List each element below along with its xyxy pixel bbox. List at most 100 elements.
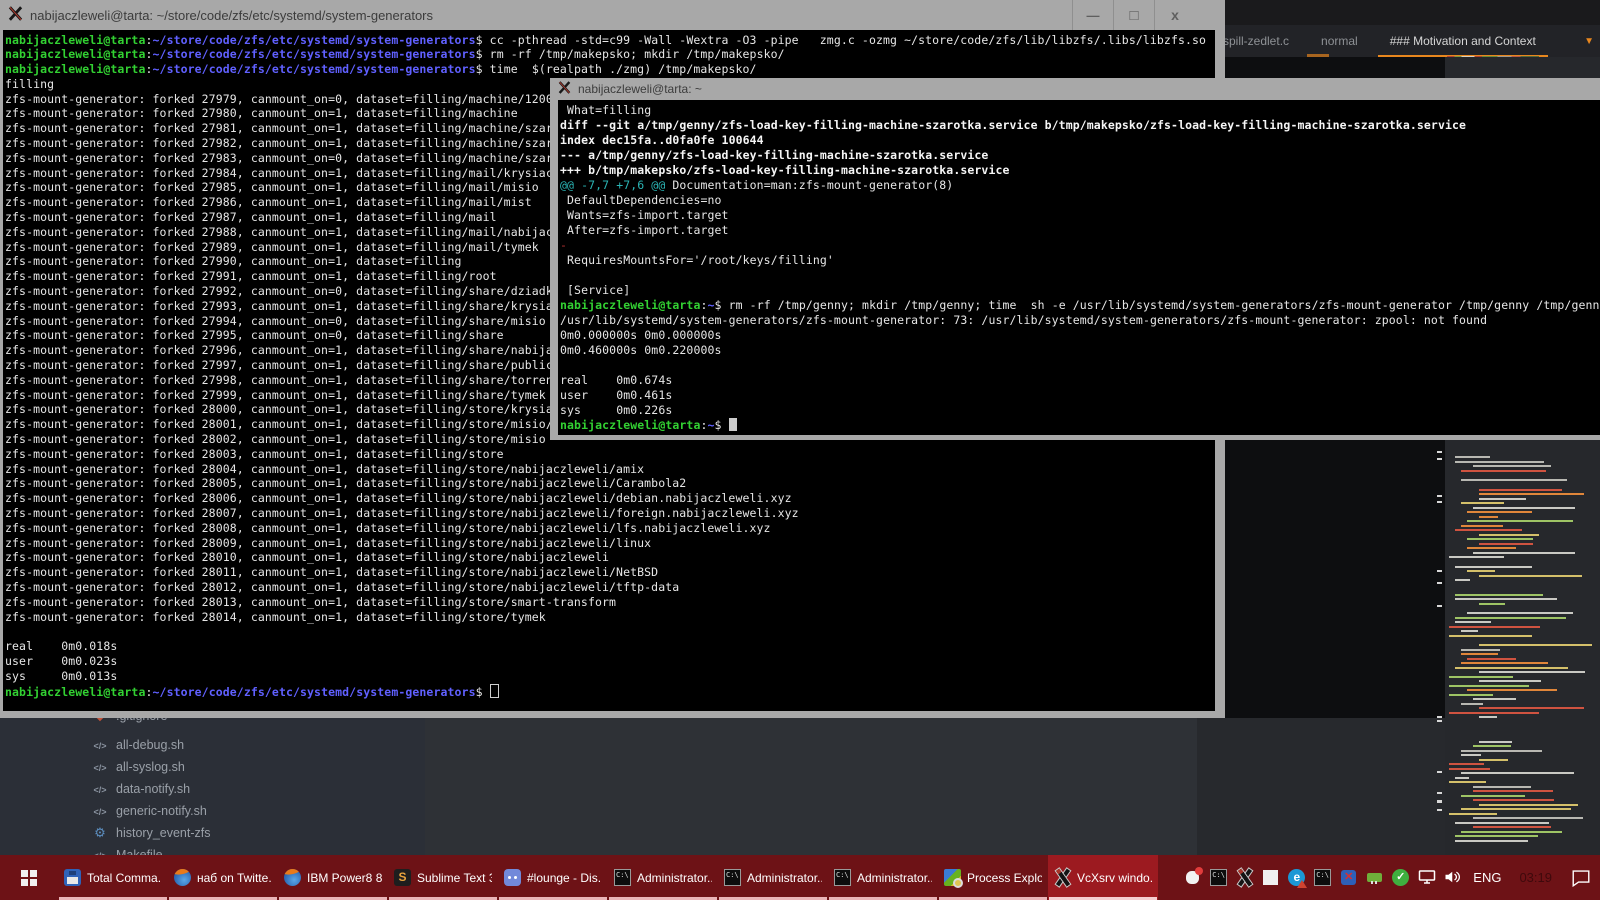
code-line [1473, 465, 1551, 467]
code-line [1461, 795, 1525, 797]
close-button[interactable] [1154, 0, 1195, 30]
code-line [1473, 698, 1516, 700]
disconnected-tray-icon[interactable] [1340, 869, 1357, 886]
tab-normal[interactable]: normal [1305, 25, 1374, 57]
code-gap [1445, 736, 1600, 741]
sublime-top-strip [1197, 0, 1600, 25]
notification-center-icon[interactable] [1562, 855, 1600, 900]
sidebar-item-generic-notify-sh[interactable]: generic-notify.sh [93, 801, 207, 821]
cmd-icon [614, 869, 631, 886]
taskbar-button-firefox[interactable]: IBM Power8 8... [278, 855, 388, 900]
terminal-line: RequiresMountsFor='/root/keys/filling' [560, 253, 1600, 268]
code-line [1479, 804, 1578, 806]
diff-mark [1437, 771, 1442, 773]
code-line [1467, 689, 1557, 691]
terminal-cursor [490, 684, 499, 698]
terminal-line: 0m0.460000s 0m0.220000s [560, 343, 1600, 358]
code-line [1455, 777, 1469, 779]
gear-file-icon [93, 825, 107, 841]
code-line [1479, 493, 1584, 495]
taskbar-button-totalcmd[interactable]: Total Comma... [58, 855, 168, 900]
code-line [1449, 635, 1532, 637]
code-line [1455, 579, 1470, 581]
code-line [1461, 525, 1503, 527]
code-line [1449, 768, 1490, 770]
terminal-line: Wants=zfs-import.target [560, 208, 1600, 223]
code-line [1455, 529, 1522, 531]
terminal-line: index dec15fa..d0fa0fe 100644 [560, 133, 1600, 148]
terminal-line: sys 0m0.226s [560, 403, 1600, 418]
code-line [1455, 566, 1532, 568]
code-line [1461, 754, 1481, 756]
code-line [1455, 835, 1538, 837]
chevron-down-icon[interactable]: ▼ [1584, 36, 1594, 47]
editor-pane-lower[interactable] [1197, 718, 1445, 855]
volume-tray-icon[interactable] [1444, 869, 1461, 886]
taskbar-button-label: наб on Twitte... [197, 871, 272, 885]
taskbar-button-sublime[interactable]: Sublime Text 3 [388, 855, 498, 900]
tab-label: spill-zedlet.c [1223, 34, 1289, 48]
code-line [1473, 817, 1583, 819]
sidebar-item-history-event-zfs[interactable]: history_event-zfs [93, 823, 210, 843]
code-line [1479, 759, 1508, 761]
language-indicator[interactable]: ENG [1473, 855, 1501, 900]
sidebar-item-all-syslog-sh[interactable]: all-syslog.sh [93, 757, 185, 777]
tab--motivation-and-context[interactable]: ### Motivation and Context [1374, 25, 1552, 57]
terminal-line: +++ b/tmp/makepsko/zfs-load-key-filling-… [560, 163, 1600, 178]
taskbar: Total Comma... наб on Twitte... IBM Power8… [0, 855, 1600, 900]
terminal-line: zfs-mount-generator: forked 28009, canmo… [5, 536, 1215, 551]
maximize-button[interactable] [1113, 0, 1154, 30]
code-line [1479, 575, 1582, 577]
taskbar-button-discord[interactable]: #lounge - Dis... [498, 855, 608, 900]
code-line [1461, 703, 1483, 705]
code-line [1461, 750, 1542, 752]
firefox-icon [174, 869, 191, 886]
terminal1-titlebar[interactable]: nabijaczleweli@tarta: ~/store/code/zfs/e… [0, 0, 1225, 30]
taskbar-button-cmd[interactable]: Administrator... [828, 855, 938, 900]
start-button[interactable] [0, 855, 58, 900]
discord-badge-tray-icon[interactable] [1184, 869, 1201, 886]
taskbar-button-firefox[interactable]: наб on Twitte... [168, 855, 278, 900]
terminal-line: nabijaczleweli@tarta:~/store/code/zfs/et… [5, 62, 1215, 77]
code-line [1479, 671, 1585, 673]
code-line [1449, 781, 1486, 783]
sidebar-item-all-debug-sh[interactable]: all-debug.sh [93, 735, 184, 755]
network-display-tray-icon[interactable] [1418, 869, 1435, 886]
taskbar-button-label: Process Explo... [967, 871, 1042, 885]
network-card-tray-icon[interactable] [1366, 869, 1383, 886]
clock[interactable]: 03:19 [1519, 855, 1552, 900]
code-line [1455, 667, 1568, 669]
code-file-icon [93, 782, 107, 796]
code-line [1473, 790, 1553, 792]
code-line [1461, 662, 1548, 664]
sublime-icon [394, 869, 411, 886]
code-line [1449, 676, 1513, 678]
terminal2-titlebar[interactable]: nabijaczleweli@tarta: ~ [550, 78, 1600, 100]
taskbar-button-cmd[interactable]: Administrator... [608, 855, 718, 900]
taskbar-button-label: Total Comma... [87, 871, 162, 885]
taskbar-button-procexp[interactable]: Process Explo... [938, 855, 1048, 900]
code-line [1455, 598, 1557, 600]
code-line [1455, 461, 1544, 463]
taskbar-button-cmd[interactable]: Administrator... [718, 855, 828, 900]
firefox-icon [284, 869, 301, 886]
code-line [1449, 685, 1529, 687]
sidebar-item-data-notify-sh[interactable]: data-notify.sh [93, 779, 190, 799]
white-square-tray-icon[interactable] [1262, 869, 1279, 886]
terminal2-screen[interactable]: What=fillingdiff --git a/tmp/genny/zfs-l… [558, 100, 1600, 435]
edge-warning-tray-icon[interactable] [1288, 869, 1305, 886]
code-line [1461, 649, 1500, 651]
code-line [1467, 547, 1516, 549]
cmd-tray-icon[interactable] [1210, 869, 1227, 886]
file-name: data-notify.sh [116, 782, 190, 796]
file-name: all-debug.sh [116, 738, 184, 752]
cmd-icon [724, 869, 741, 886]
taskbar-button-vcxsrv[interactable]: VcXsrv windo... [1048, 855, 1158, 900]
terminal-line [560, 268, 1600, 283]
terminal-line: user 0m0.461s [560, 388, 1600, 403]
minimize-button[interactable] [1072, 0, 1113, 30]
vcxsrv-tray-icon[interactable] [1236, 869, 1253, 886]
cmd-tray-icon[interactable] [1314, 869, 1331, 886]
code-line [1455, 840, 1528, 842]
check-green-tray-icon[interactable] [1392, 869, 1409, 886]
